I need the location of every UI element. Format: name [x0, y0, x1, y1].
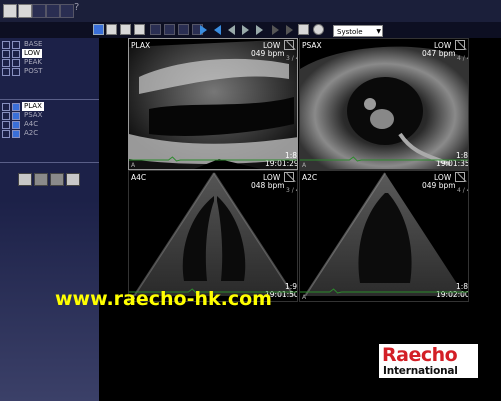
previous-frame-icon[interactable] [228, 25, 235, 35]
view-row-a2c[interactable]: A2C [2, 129, 40, 138]
step-icon[interactable] [272, 25, 279, 35]
heart-rate: 047 bpm [422, 49, 456, 58]
echo-panel-a4c[interactable]: A4C LOW 048 bpm 3 / 4 1:9 19:01:50 A [128, 170, 298, 302]
heart-rate: 048 bpm [251, 181, 285, 190]
checkbox[interactable] [12, 40, 20, 49]
stage-label: LOW [22, 49, 43, 58]
print-icon[interactable] [106, 24, 117, 35]
settings-icon[interactable] [60, 4, 74, 18]
first-frame-icon[interactable] [214, 25, 221, 35]
view-label: A4C [131, 173, 147, 182]
patient-icon[interactable] [3, 4, 17, 18]
save-icon[interactable] [93, 24, 104, 35]
export-icon[interactable] [120, 24, 131, 35]
report-icon[interactable] [46, 4, 60, 18]
main-toolbar: ? [0, 0, 501, 23]
ecg-trace [300, 156, 468, 162]
echo-panel-a2c[interactable]: A2C LOW 049 bpm 4 / 4 1:8 19:02:00 A [299, 170, 469, 302]
pen-icon[interactable] [34, 173, 48, 186]
view-label: PSAX [24, 111, 43, 119]
ecg-trace [300, 288, 468, 294]
checkbox[interactable] [2, 102, 10, 111]
cine-icon[interactable] [313, 24, 324, 35]
checkbox[interactable] [2, 120, 10, 129]
view-row-psax[interactable]: PSAX [2, 111, 44, 120]
play-icon[interactable] [200, 25, 207, 35]
compare-icon[interactable] [164, 24, 175, 35]
checkbox[interactable] [2, 111, 10, 120]
clock-icon[interactable] [298, 24, 309, 35]
chevron-down-icon: ▼ [376, 28, 381, 35]
stage-label: BASE [24, 40, 43, 48]
loop-icon[interactable] [32, 4, 46, 18]
watermark-url: www.raecho-hk.com [55, 288, 272, 310]
checkbox[interactable] [12, 102, 20, 111]
view-label: PLAX [131, 41, 151, 50]
heart-rate: 049 bpm [422, 181, 456, 190]
view-label: PSAX [302, 41, 322, 50]
echo-image-a4c [133, 172, 295, 297]
checkbox[interactable] [12, 120, 20, 129]
view-label: A2C [24, 129, 39, 137]
stage-label: POST [24, 67, 43, 75]
ecg-trace [129, 156, 297, 162]
checkbox[interactable] [12, 67, 20, 76]
layout-icon[interactable] [134, 24, 145, 35]
checkbox[interactable] [12, 49, 20, 58]
echo-image-plax [129, 39, 297, 169]
study-icon[interactable] [18, 4, 32, 18]
checkbox[interactable] [2, 58, 10, 67]
ecg-label: A [302, 294, 307, 301]
divider [0, 99, 99, 100]
heart-rate: 049 bpm [251, 49, 285, 58]
logo-line2: International [383, 365, 458, 377]
grid-icon[interactable] [150, 24, 161, 35]
checkbox[interactable] [2, 40, 10, 49]
echo-image-psax [300, 46, 468, 169]
view-row-plax[interactable]: PLAX [2, 102, 44, 111]
fast-forward-icon[interactable] [286, 25, 293, 35]
cardiac-phase-select[interactable]: Systole ▼ [333, 25, 383, 37]
checkbox[interactable] [2, 49, 10, 58]
stage-label: PEAK [24, 58, 43, 66]
cardiac-phase-value: Systole [337, 28, 363, 36]
logo-line1: Raecho [382, 344, 458, 366]
frame-counter: 4 / 4 [457, 55, 468, 62]
heart-icon[interactable] [18, 173, 32, 186]
checkbox[interactable] [12, 129, 20, 138]
next-frame-icon[interactable] [242, 25, 249, 35]
last-frame-icon[interactable] [256, 25, 263, 35]
stage-row-peak[interactable]: PEAK [2, 58, 44, 67]
echo-panel-plax[interactable]: PLAX LOW 049 bpm 3 / 4 1:8 19:01:29 A [128, 38, 298, 170]
ecg-icon [455, 40, 465, 50]
view-row-a4c[interactable]: A4C [2, 120, 40, 129]
ecg-icon [284, 40, 294, 50]
stage-row-post[interactable]: POST [2, 67, 44, 76]
checkbox[interactable] [2, 129, 10, 138]
checkbox[interactable] [12, 58, 20, 67]
checkbox[interactable] [12, 111, 20, 120]
ecg-label: A [131, 162, 136, 169]
frame-counter: 4 / 4 [457, 187, 468, 194]
heart-outline-icon[interactable] [66, 173, 80, 186]
stage-row-base[interactable]: BASE [2, 40, 44, 49]
ecg-label: A [302, 162, 307, 169]
view-label: A2C [302, 173, 318, 182]
checkbox[interactable] [2, 67, 10, 76]
echo-panel-psax[interactable]: PSAX LOW 047 bpm 4 / 4 1:8 19:01:35 A [299, 38, 469, 170]
wand-icon[interactable] [178, 24, 189, 35]
marker-icon[interactable] [50, 173, 64, 186]
frame-counter: 3 / 4 [286, 187, 297, 194]
playback-toolbar: Systole ▼ [0, 22, 501, 38]
echo-image-a2c [304, 172, 465, 297]
frame-counter: 3 / 4 [286, 55, 297, 62]
view-label: A4C [24, 120, 39, 128]
ecg-icon [284, 172, 294, 182]
divider [0, 162, 99, 163]
help-icon[interactable]: ? [74, 2, 82, 16]
view-label: PLAX [22, 102, 44, 111]
stage-row-low[interactable]: LOW [2, 49, 43, 58]
ecg-icon [455, 172, 465, 182]
company-logo: Raecho International [379, 344, 478, 378]
